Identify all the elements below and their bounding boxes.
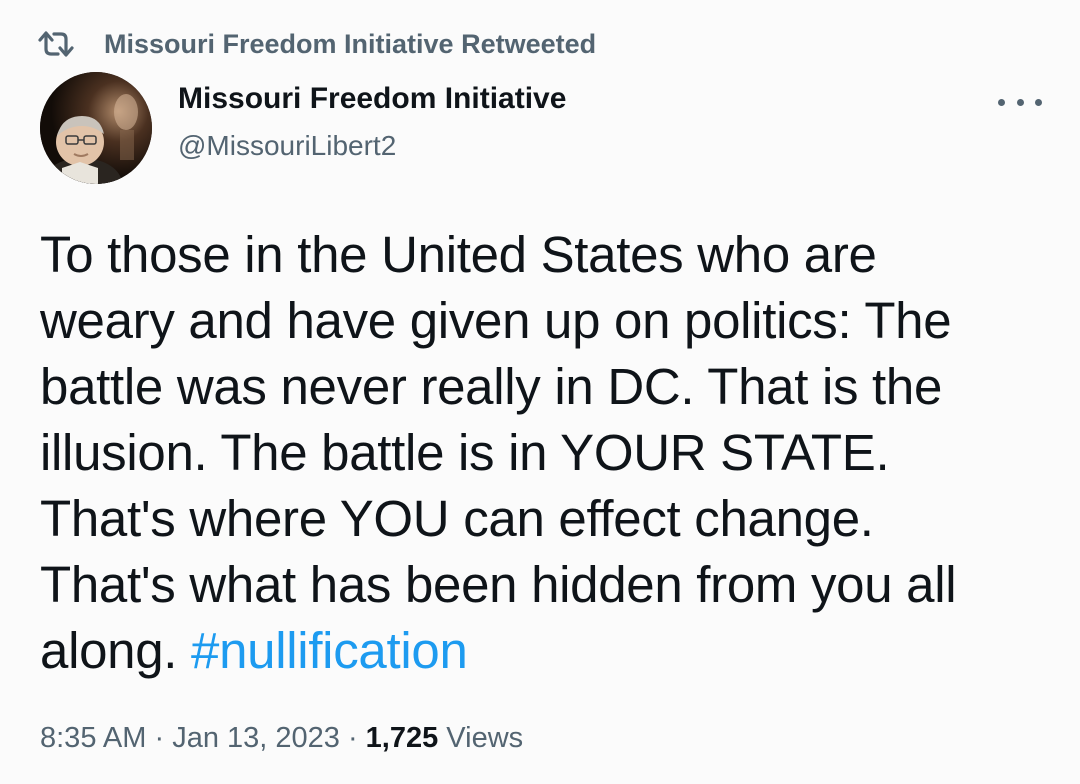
tweet-line: battle was never really in DC. That is t… — [40, 358, 943, 415]
avatar[interactable] — [40, 72, 152, 184]
tweet-line: That's what has been hidden from you all — [40, 556, 957, 613]
more-dot — [1016, 98, 1024, 106]
tweet-text: To those in the United States who are we… — [40, 222, 1050, 684]
retweet-icon — [36, 29, 76, 59]
meta-separator: · — [146, 722, 173, 754]
retweet-label: Missouri Freedom Initiative Retweeted — [104, 28, 597, 59]
views-count[interactable]: 1,725 — [366, 722, 439, 754]
tweet-time[interactable]: 8:35 AM — [40, 722, 146, 754]
more-button[interactable] — [998, 88, 1042, 116]
tweet-line: That's where YOU can effect change. — [40, 490, 874, 547]
tweet-date[interactable]: Jan 13, 2023 — [172, 722, 340, 754]
hashtag-link[interactable]: #nullification — [191, 622, 468, 679]
more-dot — [1035, 98, 1042, 106]
tweet-line: To those in the United States who are — [40, 226, 877, 283]
views-label: Views — [438, 722, 524, 754]
meta-separator: · — [339, 722, 366, 754]
tweet-card[interactable]: Missouri Freedom Initiative Retweeted Mi… — [0, 0, 1080, 784]
tweet-line-prefix: along. — [40, 622, 192, 679]
tweet-line-last: along. #nullification — [40, 618, 1050, 684]
author-handle[interactable]: @MissouriLibert2 — [178, 130, 396, 162]
more-horizontal-icon — [998, 98, 1005, 106]
tweet-meta: 8:35 AM · Jan 13, 2023 · 1,725 Views — [40, 722, 523, 755]
tweet-line: weary and have given up on politics: The — [40, 292, 952, 349]
author-name[interactable]: Missouri Freedom Initiative — [178, 82, 566, 116]
retweet-banner[interactable]: Missouri Freedom Initiative Retweeted — [36, 26, 596, 62]
tweet-line: illusion. The battle is in YOUR STATE. — [40, 424, 890, 481]
